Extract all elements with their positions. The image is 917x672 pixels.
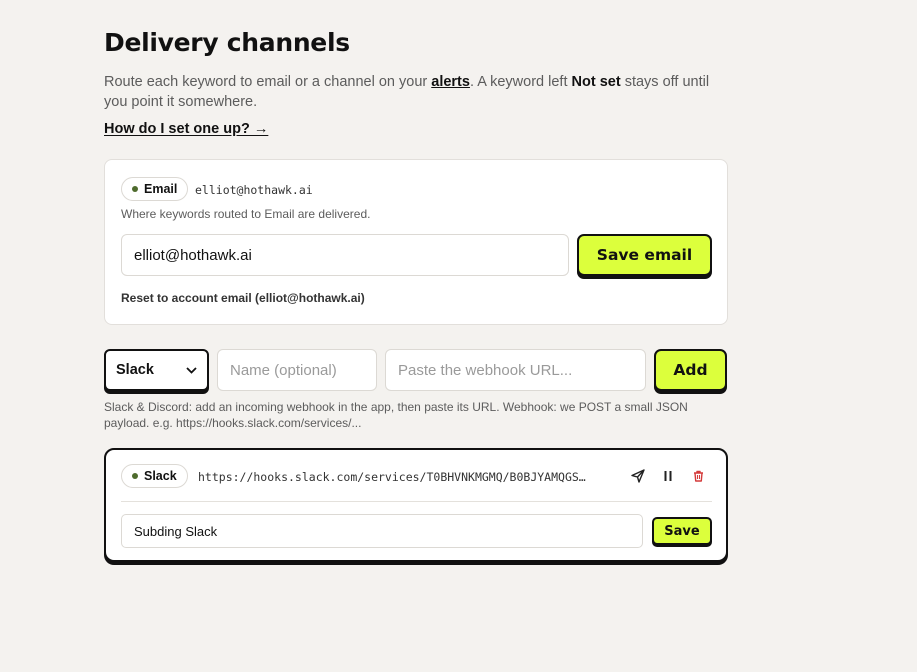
alerts-link[interactable]: alerts	[431, 74, 470, 90]
channel-webhook-url: https://hooks.slack.com/services/T0BHVNK…	[198, 470, 586, 484]
trash-icon[interactable]	[687, 464, 709, 488]
webhook-url-input[interactable]	[385, 349, 646, 391]
webhook-hint: Slack & Discord: add an incoming webhook…	[104, 400, 688, 430]
status-dot-icon	[132, 473, 138, 479]
email-address-mono: elliot@hothawk.ai	[195, 183, 313, 197]
send-icon[interactable]	[627, 464, 649, 488]
chevron-down-icon	[186, 366, 197, 374]
email-card: Email elliot@hothawk.ai Where keywords r…	[104, 159, 728, 325]
channel-type-select[interactable]: Slack	[104, 349, 209, 391]
delivery-channels-page: Delivery channels Route each keyword to …	[104, 28, 728, 562]
add-channel-row: Slack Add	[104, 349, 728, 391]
page-title: Delivery channels	[104, 28, 350, 57]
status-dot-icon	[132, 186, 138, 192]
add-channel-button[interactable]: Add	[654, 349, 727, 391]
channel-card: Slack https://hooks.slack.com/services/T…	[104, 448, 728, 562]
channel-type-pill: Slack	[121, 464, 188, 488]
help-link[interactable]: How do I set one up? →	[104, 121, 268, 137]
channel-name-field[interactable]	[121, 514, 643, 548]
reset-email-link[interactable]: Reset to account email (elliot@hothawk.a…	[121, 291, 365, 305]
save-email-button[interactable]: Save email	[577, 234, 712, 276]
email-hint: Where keywords routed to Email are deliv…	[121, 207, 371, 221]
channel-name-input[interactable]	[217, 349, 377, 391]
divider	[121, 501, 712, 502]
save-channel-button[interactable]: Save	[652, 517, 712, 545]
pause-icon[interactable]	[657, 464, 679, 488]
email-input[interactable]	[121, 234, 569, 276]
email-pill: Email	[121, 177, 189, 201]
page-intro: Route each keyword to email or a channel…	[104, 74, 710, 110]
